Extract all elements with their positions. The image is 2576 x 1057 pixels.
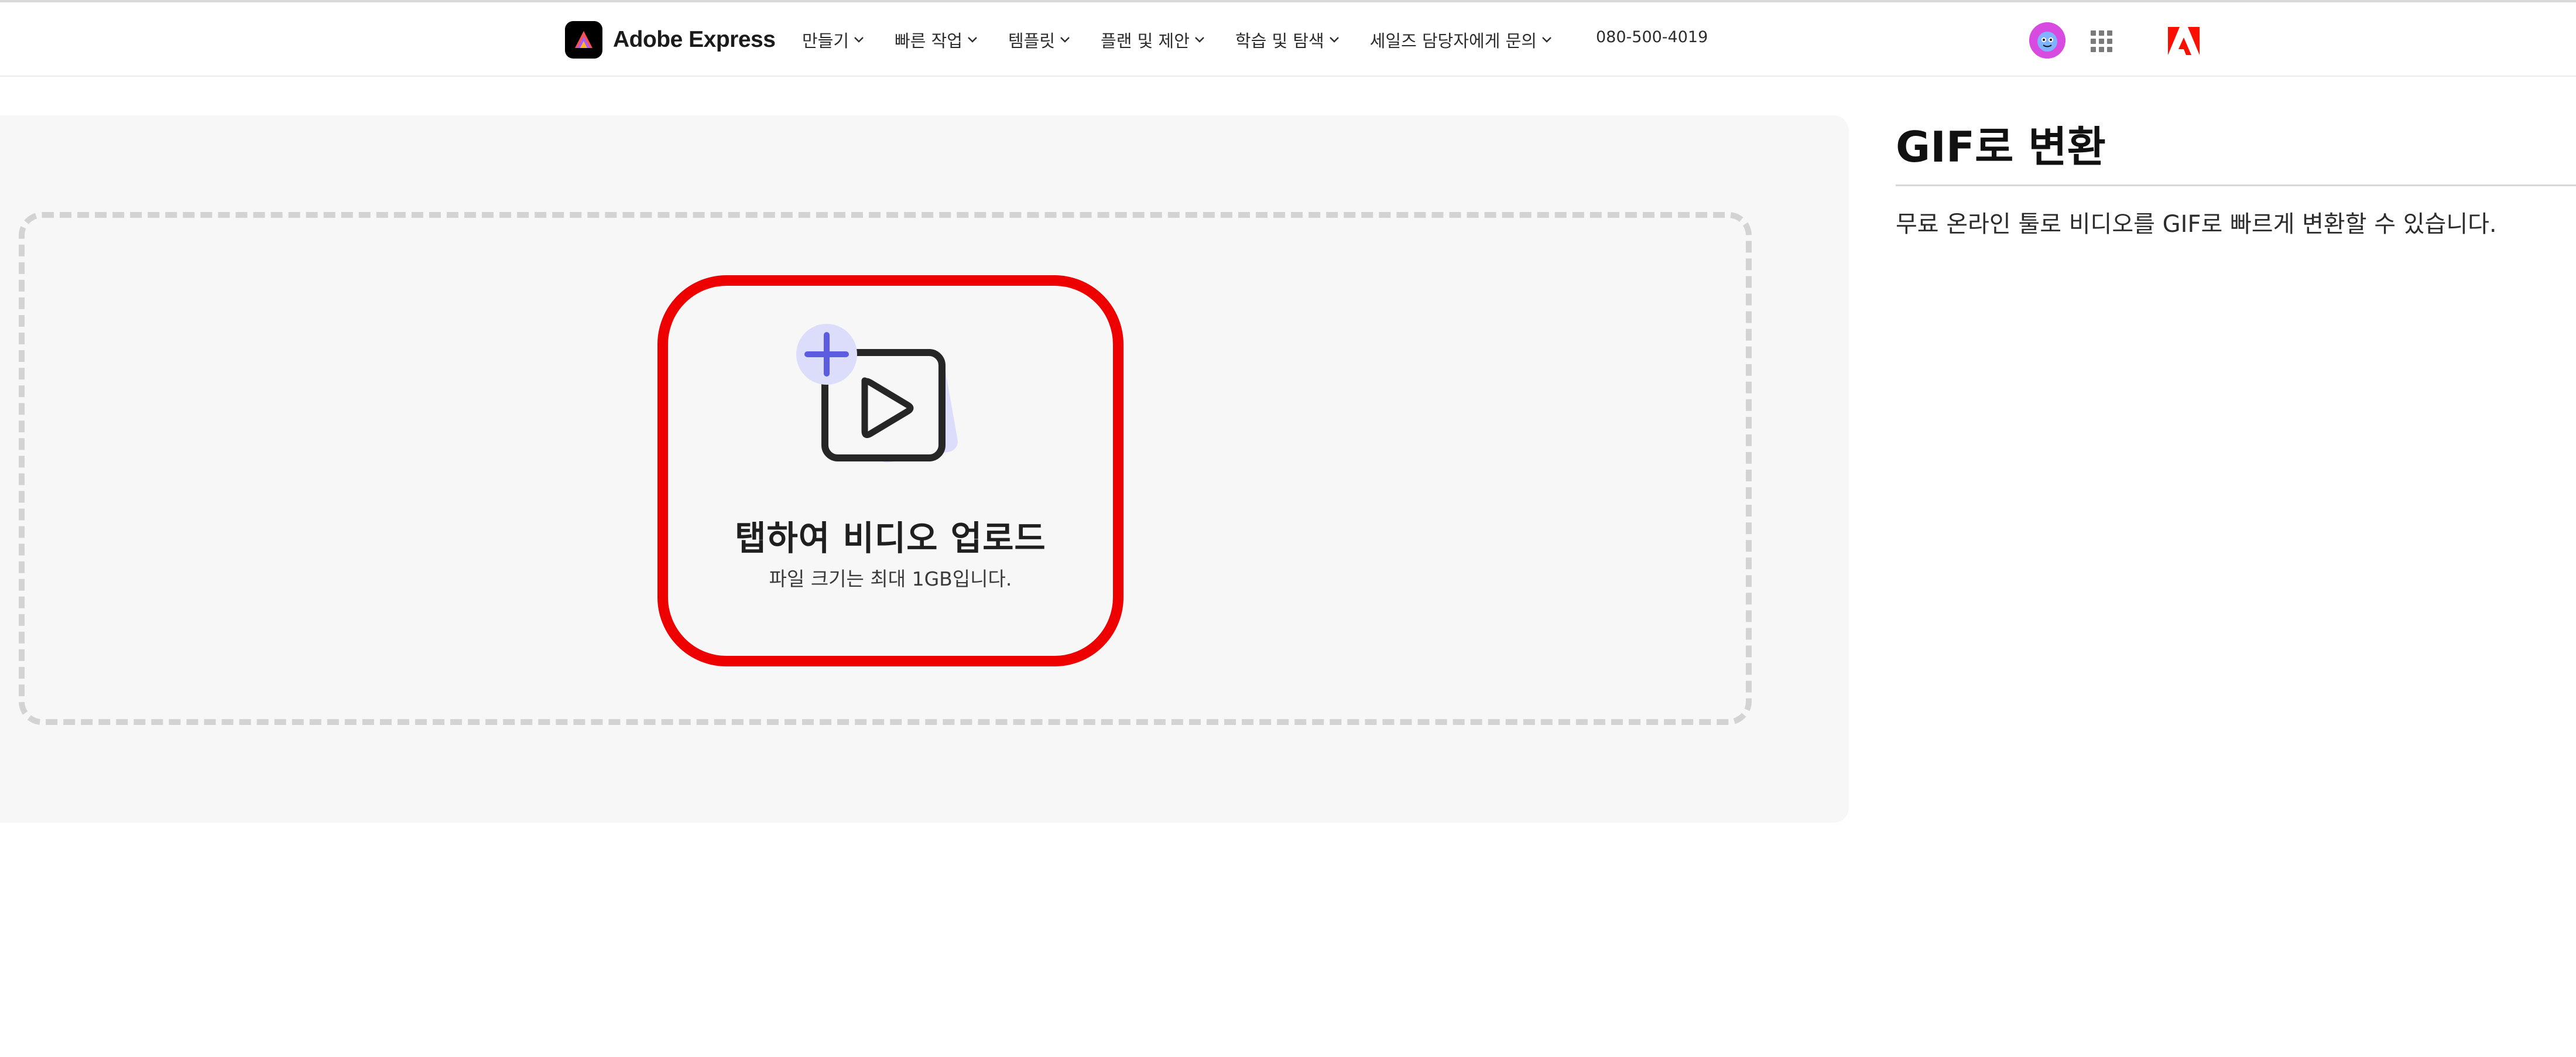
- main-nav: 만들기 빠른 작업 템플릿 플랜 및 제안 학습 및 탐색 세일즈 담당자에게 …: [802, 26, 1552, 54]
- video-add-icon: [796, 324, 958, 463]
- avatar-face-icon: [2029, 22, 2065, 59]
- nav-item-plans[interactable]: 플랜 및 제안: [1101, 28, 1205, 52]
- nav-item-label: 빠른 작업: [895, 31, 962, 51]
- adobe-logo-icon[interactable]: [2168, 27, 2200, 55]
- nav-item-quick-actions[interactable]: 빠른 작업: [895, 28, 978, 52]
- nav-item-label: 학습 및 탐색: [1235, 31, 1324, 51]
- nav-item-contact-sales[interactable]: 세일즈 담당자에게 문의: [1370, 28, 1552, 52]
- upload-title: 탭하여 비디오 업로드: [735, 518, 1046, 558]
- page-title: GIF로 변환: [1896, 122, 2106, 172]
- title-divider: [1896, 184, 2576, 186]
- chevron-down-icon: [1195, 37, 1204, 43]
- nav-item-learn[interactable]: 학습 및 탐색: [1235, 28, 1340, 52]
- chevron-down-icon: [968, 37, 977, 43]
- nav-item-label: 플랜 및 제안: [1101, 31, 1190, 51]
- chevron-down-icon: [1329, 37, 1339, 43]
- chevron-down-icon: [854, 37, 864, 43]
- nav-item-label: 만들기: [802, 31, 849, 51]
- adobe-express-logo-icon: [565, 21, 602, 59]
- chevron-down-icon: [1060, 37, 1070, 43]
- sales-phone-link[interactable]: 080-500-4019: [1596, 28, 1708, 46]
- page: Adobe Express 만들기 빠른 작업 템플릿 플랜 및 제안 학습 및…: [0, 0, 2576, 1057]
- page-description: 무료 온라인 툴로 비디오를 GIF로 빠르게 변환할 수 있습니다.: [1896, 211, 2497, 238]
- nav-item-label: 템플릿: [1008, 31, 1056, 51]
- upload-size-limit: 파일 크기는 최대 1GB입니다.: [769, 567, 1012, 590]
- site-header: Adobe Express 만들기 빠른 작업 템플릿 플랜 및 제안 학습 및…: [0, 2, 2576, 77]
- nav-item-create[interactable]: 만들기: [802, 28, 864, 52]
- user-avatar[interactable]: [2029, 22, 2065, 59]
- chevron-down-icon: [1542, 37, 1551, 43]
- brand-link[interactable]: Adobe Express: [565, 21, 776, 59]
- app-grid-icon[interactable]: [2091, 30, 2114, 54]
- nav-item-label: 세일즈 담당자에게 문의: [1369, 31, 1537, 51]
- nav-item-templates[interactable]: 템플릿: [1008, 28, 1070, 52]
- brand-name: Adobe Express: [613, 27, 776, 52]
